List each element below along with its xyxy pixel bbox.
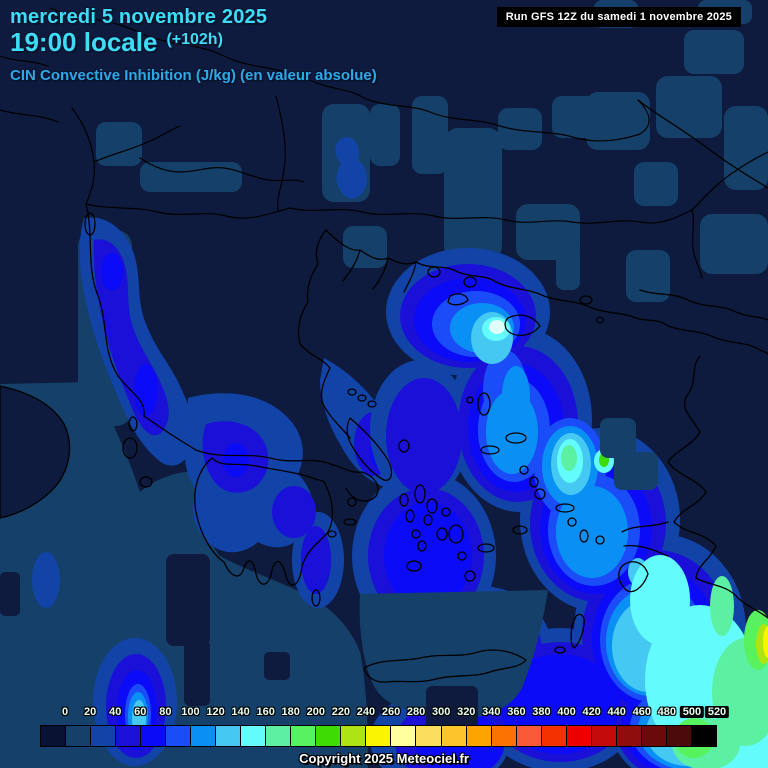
scale-label-380: 380 xyxy=(532,706,551,718)
scale-box-520 xyxy=(690,725,717,747)
weather-map-page: mercredi 5 novembre 2025 19:00 locale (+1… xyxy=(0,0,768,768)
scale-box-180 xyxy=(265,725,292,747)
scale-label-220: 220 xyxy=(331,706,351,718)
scale-box-140 xyxy=(215,725,242,747)
scale-label-160: 160 xyxy=(256,706,275,718)
date-line: mercredi 5 novembre 2025 xyxy=(10,6,268,28)
scale-box-360 xyxy=(490,725,517,747)
scale-box-80 xyxy=(140,725,167,747)
scale-box-160 xyxy=(240,725,267,747)
scale-label-240: 240 xyxy=(356,706,376,718)
scale-label-420: 420 xyxy=(582,706,601,718)
scale-label-360: 360 xyxy=(507,706,526,718)
scale-label-520: 520 xyxy=(704,706,730,718)
scale-label-60: 60 xyxy=(134,706,147,718)
scale-box-380 xyxy=(515,725,542,747)
parameter-title: CIN Convective Inhibition (J/kg) (en val… xyxy=(10,67,377,84)
copyright-text: Copyright 2025 Meteociel.fr xyxy=(299,751,469,766)
scale-box-340 xyxy=(465,725,492,747)
scale-label-460: 460 xyxy=(632,706,651,718)
scale-box-280 xyxy=(390,725,417,747)
scale-box-20 xyxy=(65,725,92,747)
scale-label-280: 280 xyxy=(406,706,426,718)
scale-label-440: 440 xyxy=(607,706,626,718)
color-scale: 0 20 40 60 80 100 120 140 160 180 200 220 240 260 280 3… xyxy=(40,706,730,748)
scale-box-480 xyxy=(640,725,667,747)
scale-box-260 xyxy=(365,725,392,747)
scale-label-140: 140 xyxy=(231,706,250,718)
scale-label-80: 80 xyxy=(159,706,172,718)
scale-label-340: 340 xyxy=(482,706,501,718)
scale-label-120: 120 xyxy=(206,706,225,718)
scale-label-400: 400 xyxy=(557,706,576,718)
scale-label-180: 180 xyxy=(281,706,300,718)
forecast-offset: (+102h) xyxy=(166,31,223,48)
scale-box-400 xyxy=(540,725,567,747)
scale-box-420 xyxy=(565,725,592,747)
scale-box-500 xyxy=(665,725,692,747)
scale-box-60 xyxy=(115,725,142,747)
color-scale-labels: 0 20 40 60 80 100 120 140 160 180 200 220 240 260 280 3… xyxy=(40,706,730,722)
scale-box-120 xyxy=(190,725,217,747)
scale-box-440 xyxy=(590,725,617,747)
scale-box-200 xyxy=(290,725,317,747)
scale-label-300: 300 xyxy=(431,706,451,718)
scale-label-480: 480 xyxy=(657,706,677,718)
cin-map xyxy=(0,0,768,768)
scale-box-100 xyxy=(165,725,192,747)
scale-label-200: 200 xyxy=(306,706,325,718)
run-info-box: Run GFS 12Z du samedi 1 novembre 2025 xyxy=(496,7,741,27)
scale-box-300 xyxy=(415,725,442,747)
time-line: 19:00 locale (+102h) xyxy=(10,27,223,58)
scale-label-500: 500 xyxy=(679,706,705,718)
scale-label-320: 320 xyxy=(457,706,476,718)
scale-label-260: 260 xyxy=(381,706,401,718)
scale-label-40: 40 xyxy=(109,706,122,718)
scale-box-220 xyxy=(315,725,342,747)
scale-box-0 xyxy=(40,725,67,747)
local-time: 19:00 locale xyxy=(10,27,158,57)
scale-box-320 xyxy=(440,725,467,747)
scale-label-20: 20 xyxy=(84,706,97,718)
scale-label-100: 100 xyxy=(181,706,200,718)
scale-label-0: 0 xyxy=(62,706,69,718)
scale-box-40 xyxy=(90,725,117,747)
scale-box-240 xyxy=(340,725,367,747)
color-scale-bar xyxy=(40,725,717,747)
scale-box-460 xyxy=(615,725,642,747)
